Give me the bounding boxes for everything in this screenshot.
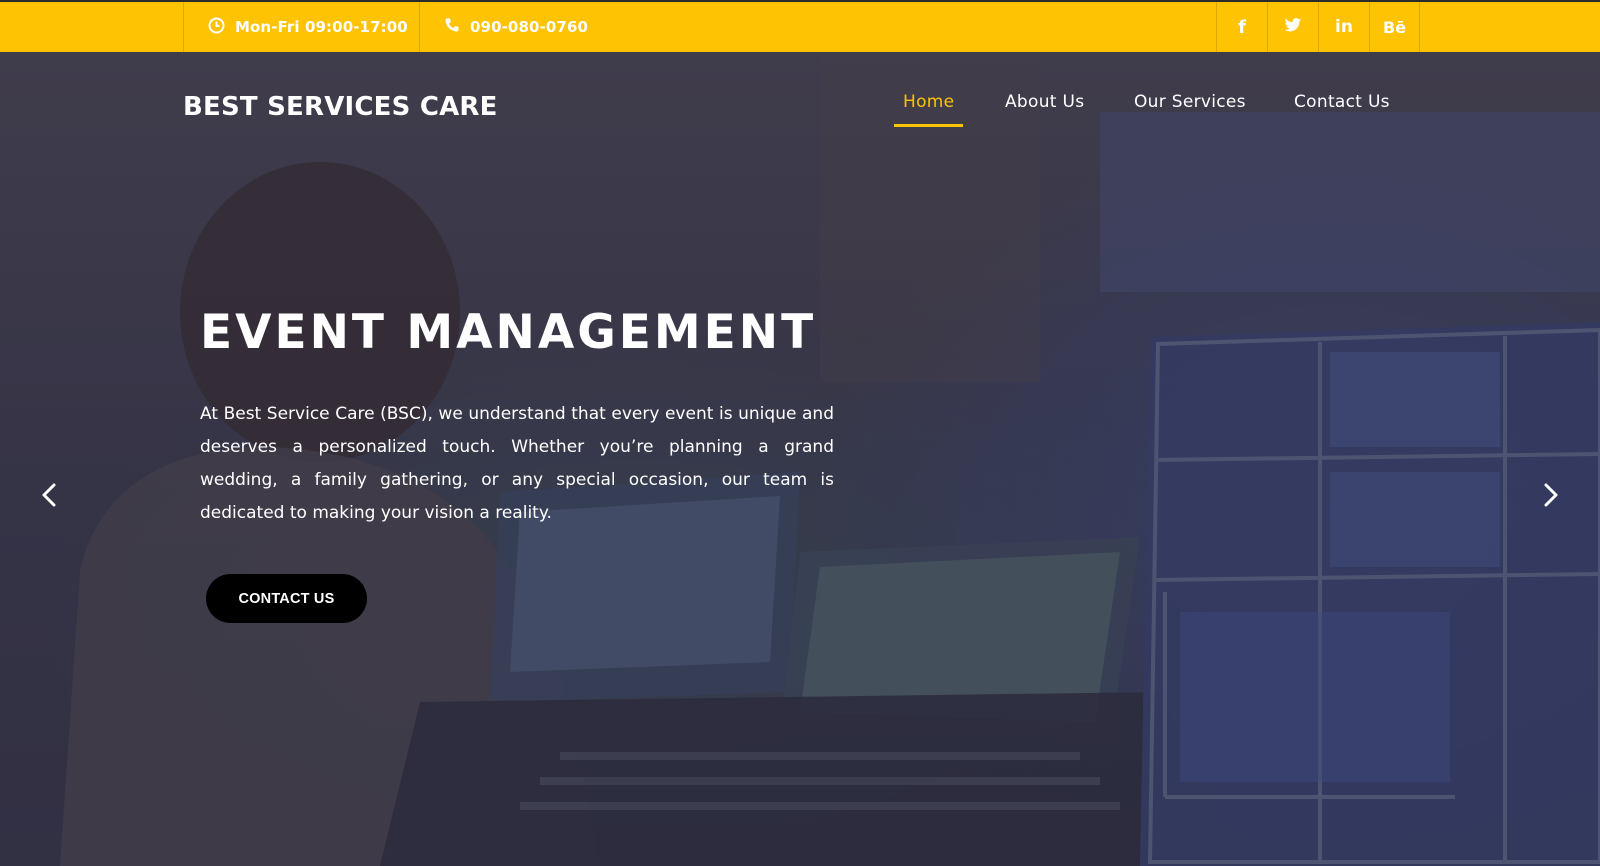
top-info-bar: Mon-Fri 09:00-17:00 090-080-0760 f in Bē [0,0,1600,52]
twitter-icon [1284,17,1302,37]
business-hours-text: Mon-Fri 09:00-17:00 [235,18,408,36]
facebook-link[interactable]: f [1216,2,1267,52]
hero-title: EVENT MANAGEMENT [200,305,817,360]
chevron-right-icon [1542,482,1560,512]
phone-number: 090-080-0760 [419,2,619,52]
slider-next-arrow[interactable] [1536,480,1566,514]
clock-icon [208,17,225,38]
chevron-left-icon [40,482,58,512]
business-hours: Mon-Fri 09:00-17:00 [183,2,419,52]
hero-description: At Best Service Care (BSC), we understan… [200,404,834,523]
site-logo[interactable]: BEST SERVICES CARE [183,92,498,122]
facebook-icon: f [1238,16,1246,38]
behance-icon: Bē [1382,17,1407,37]
twitter-link[interactable] [1267,2,1318,52]
nav-item-home[interactable]: Home [903,92,954,112]
linkedin-link[interactable]: in [1318,2,1369,52]
phone-number-text: 090-080-0760 [470,18,589,36]
phone-icon [444,17,460,37]
behance-link[interactable]: Bē [1369,2,1420,52]
nav-item-contact-us[interactable]: Contact Us [1294,92,1390,112]
contact-us-button[interactable]: CONTACT US [206,574,367,623]
linkedin-icon: in [1335,17,1353,37]
nav-active-indicator [894,124,963,127]
nav-item-our-services[interactable]: Our Services [1134,92,1246,112]
nav-item-about-us[interactable]: About Us [1005,92,1084,112]
slider-prev-arrow[interactable] [34,480,64,514]
